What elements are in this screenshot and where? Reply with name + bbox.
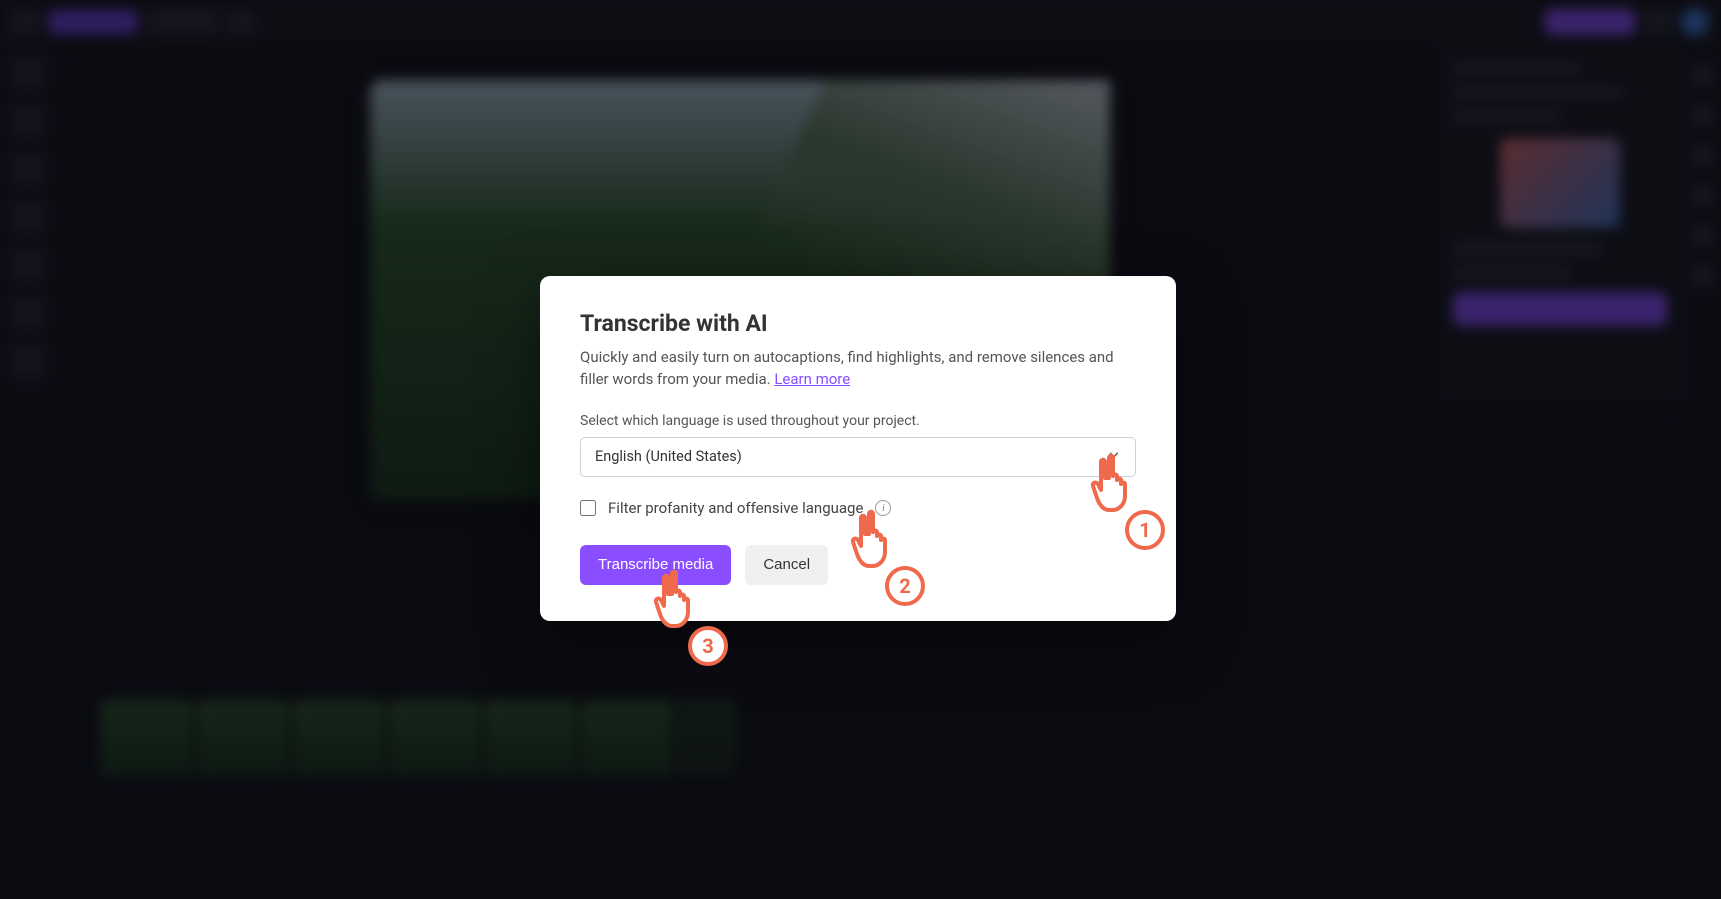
language-select[interactable]: English (United States) [580,437,1136,477]
filter-profanity-checkbox[interactable] [580,500,596,516]
cancel-button[interactable]: Cancel [745,545,828,585]
chevron-down-icon [1107,448,1121,466]
learn-more-link[interactable]: Learn more [774,370,850,388]
modal-title: Transcribe with AI [580,310,1136,337]
info-icon[interactable]: i [875,500,891,516]
language-select-label: Select which language is used throughout… [580,413,1136,429]
filter-profanity-row[interactable]: Filter profanity and offensive language … [580,499,1136,517]
language-select-value: English (United States) [595,448,742,465]
transcribe-modal: Transcribe with AI Quickly and easily tu… [540,276,1176,621]
modal-description: Quickly and easily turn on autocaptions,… [580,347,1136,391]
transcribe-media-button[interactable]: Transcribe media [580,545,731,585]
filter-profanity-label: Filter profanity and offensive language [608,499,863,517]
